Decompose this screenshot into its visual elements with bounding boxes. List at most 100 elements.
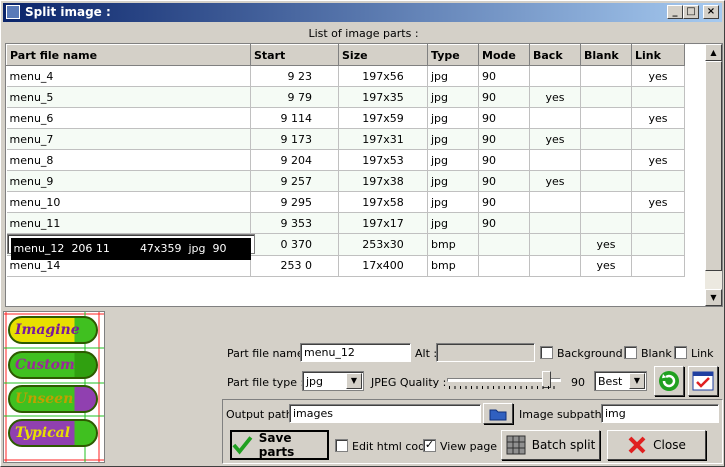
cell-back: yes (529, 128, 581, 150)
browse-button[interactable] (483, 403, 513, 424)
cell-size: 197x58 (338, 191, 428, 213)
cell-name: menu_4 (6, 65, 251, 87)
cell-type: jpg (427, 212, 479, 234)
scroll-down-icon[interactable]: ▼ (705, 289, 722, 306)
cell-name: menu_8 (6, 149, 251, 171)
blank-checkbox[interactable] (624, 346, 637, 359)
refresh-button[interactable] (654, 366, 684, 396)
column-header[interactable]: Type (427, 44, 479, 66)
part-file-name-label: Part file name : (227, 347, 311, 360)
chevron-down-icon[interactable]: ▼ (629, 373, 645, 389)
column-header[interactable]: Back (529, 44, 581, 66)
edit-html-checkbox[interactable] (335, 439, 348, 452)
close-button[interactable]: Close (607, 430, 706, 460)
minimize-button[interactable]: _ (667, 5, 683, 19)
save-parts-button[interactable]: Save parts (230, 430, 329, 460)
table-row[interactable]: menu_5 9 79 197x35 jpg 90 yes (6, 86, 685, 108)
jpeg-quality-slider[interactable] (445, 370, 565, 390)
quality-preset-select[interactable]: Best ▼ (594, 371, 647, 391)
part-file-name-input[interactable]: menu_12 (300, 343, 411, 362)
slider-ticks (449, 386, 559, 389)
column-header[interactable]: Size (338, 44, 428, 66)
cell-size: 197x53 (338, 149, 428, 171)
refresh-icon (659, 371, 679, 391)
cell-mode (478, 234, 530, 256)
table-row[interactable]: menu_12 206 11 47x359 jpg 90 (6, 234, 256, 260)
table-row[interactable]: menu_9 9 257 197x38 jpg 90 yes (6, 170, 685, 192)
cell-link (243, 238, 252, 260)
link-label: Link (691, 347, 714, 360)
batch-split-button[interactable]: Batch split (501, 430, 600, 460)
table-row[interactable]: menu_8 9 204 197x53 jpg 90 yes (6, 149, 685, 171)
cell-link (631, 212, 685, 234)
close-icon (628, 436, 646, 454)
column-header[interactable]: Blank (580, 44, 632, 66)
part-file-type-label: Part file type : (227, 376, 305, 389)
maximize-button[interactable]: □ (683, 5, 699, 19)
cell-blank (580, 212, 632, 234)
alt-input[interactable] (436, 343, 535, 362)
background-checkbox[interactable] (540, 346, 553, 359)
cell-type: jpg (427, 65, 479, 87)
output-path-input[interactable]: images (289, 404, 481, 423)
cell-name: menu_6 (6, 107, 251, 129)
vertical-scrollbar[interactable]: ▲ ▼ (705, 44, 722, 306)
cell-name: menu_7 (6, 128, 251, 150)
preview-button-2: Custom (8, 351, 98, 379)
link-checkbox[interactable] (674, 346, 687, 359)
close-label: Close (653, 438, 686, 452)
cell-back (229, 238, 238, 260)
cell-type: jpg (427, 107, 479, 129)
cell-blank: yes (580, 234, 632, 256)
preview-window-button[interactable] (688, 366, 718, 396)
jpeg-quality-value: 90 (571, 376, 585, 389)
cell-blank (580, 191, 632, 213)
cell-back (529, 191, 581, 213)
cell-back (529, 212, 581, 234)
preview-button-1: Imagine (8, 316, 98, 344)
cell-type: jpg (184, 238, 210, 260)
cell-blank (580, 65, 632, 87)
cell-link (631, 234, 685, 256)
table-row[interactable]: menu_7 9 173 197x31 jpg 90 yes (6, 128, 685, 150)
table-row[interactable]: menu_6 9 114 197x59 jpg 90 yes (6, 107, 685, 129)
cell-size: 197x17 (338, 212, 428, 234)
title-bar: Split image : _ □ × (3, 3, 722, 22)
table-row[interactable]: menu_4 9 23 197x56 jpg 90 yes (6, 65, 685, 87)
cell-name: menu_9 (6, 170, 251, 192)
view-page-label: View page (440, 440, 498, 453)
table-row[interactable]: menu_10 9 295 197x58 jpg 90 yes (6, 191, 685, 213)
cell-type: jpg (427, 128, 479, 150)
chevron-down-icon[interactable]: ▼ (346, 373, 362, 389)
background-label: Background (557, 347, 623, 360)
cell-type: jpg (427, 191, 479, 213)
scroll-up-icon[interactable]: ▲ (705, 44, 722, 61)
cell-blank: yes (580, 255, 632, 277)
column-header[interactable]: Part file name (6, 44, 251, 66)
close-window-button[interactable]: × (703, 5, 719, 19)
preview-button-4: Typical (8, 419, 98, 447)
column-header[interactable]: Mode (478, 44, 530, 66)
part-file-type-select[interactable]: jpg ▼ (302, 371, 364, 391)
cell-start: 9 79 (250, 86, 339, 108)
parts-grid[interactable]: Part file name Start Size Type Mode Back Blank… (5, 43, 723, 307)
save-parts-label: Save parts (258, 431, 295, 459)
cell-blank (236, 238, 245, 260)
cell-link: yes (631, 149, 685, 171)
cell-mode: 90 (478, 86, 530, 108)
cell-back (529, 255, 581, 277)
view-page-checkbox[interactable]: ✓ (423, 439, 436, 452)
cell-start: 253 0 (250, 255, 339, 277)
cell-name: menu_5 (6, 86, 251, 108)
table-row[interactable]: menu_11 9 353 197x17 jpg 90 (6, 212, 685, 234)
cell-size: 17x400 (338, 255, 428, 277)
cell-start: 9 23 (250, 65, 339, 87)
cell-back (529, 234, 581, 256)
image-subpath-input[interactable]: img (601, 404, 719, 423)
column-header[interactable]: Link (631, 44, 685, 66)
column-header[interactable]: Start (250, 44, 339, 66)
cell-size: 197x59 (338, 107, 428, 129)
scroll-thumb[interactable] (705, 61, 722, 271)
blank-label: Blank (641, 347, 672, 360)
window-title: Split image : (25, 5, 111, 19)
